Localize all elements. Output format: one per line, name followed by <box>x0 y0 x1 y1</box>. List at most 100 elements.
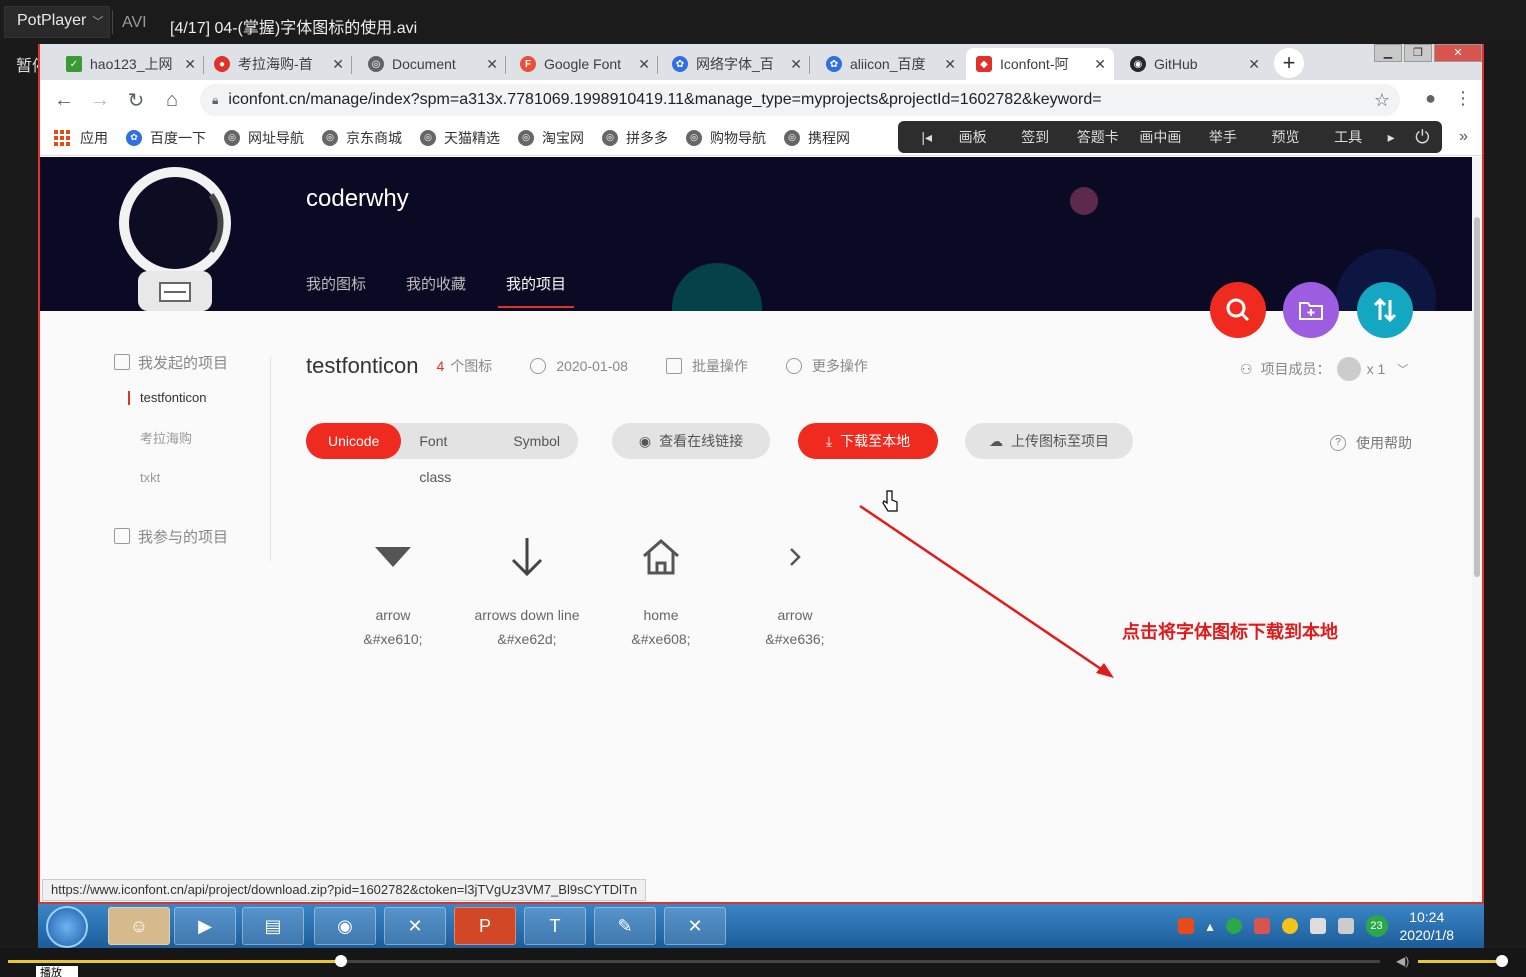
sidebar-item-testfonticon[interactable]: testfonticon <box>114 377 272 417</box>
tab-iconfont[interactable]: ◆ Iconfont-阿 ✕ <box>966 48 1114 80</box>
bookmark-shopping[interactable]: ◎ 购物导航 <box>686 128 766 148</box>
typora-icon[interactable]: T <box>524 907 586 945</box>
close-icon[interactable]: ✕ <box>638 56 650 73</box>
icon-card[interactable]: home &#xe608; <box>594 527 728 647</box>
file-explorer-icon[interactable]: ▤ <box>242 907 304 945</box>
action-center-flag-icon[interactable] <box>1253 918 1270 934</box>
nav-my-icons[interactable]: 我的图标 <box>306 273 366 294</box>
sidebar-item-txkt[interactable]: txkt <box>114 457 272 497</box>
minimize-button[interactable]: ▁ <box>1374 44 1402 62</box>
power-icon[interactable]: ⏻ <box>1403 127 1442 148</box>
more-operation-button[interactable]: 更多操作 <box>785 356 868 376</box>
help-link[interactable]: ? 使用帮助 <box>1330 433 1412 453</box>
network-icon[interactable] <box>1309 918 1326 934</box>
add-folder-button[interactable] <box>1283 282 1339 338</box>
tool-draw[interactable]: 画板 <box>941 127 1004 147</box>
nav-my-projects[interactable]: 我的项目 <box>498 273 575 308</box>
chrome-icon[interactable]: ◉ <box>314 907 376 945</box>
address-bar[interactable]: 🔒︎ iconfont.cn/manage/index?spm=a313x.77… <box>200 84 1400 116</box>
notepad-icon[interactable]: ✎ <box>594 907 656 945</box>
tool-raise-hand[interactable]: 举手 <box>1192 127 1255 147</box>
menu-icon[interactable]: ⋮ <box>1454 88 1472 109</box>
search-button[interactable] <box>1210 282 1266 338</box>
project-members[interactable]: ⚇ 项目成员： x 1 ﹀ <box>1240 357 1408 381</box>
tab-document[interactable]: ◎ Document ✕ <box>358 48 506 80</box>
username: coderwhy <box>306 185 409 212</box>
vertical-scrollbar[interactable] <box>1472 157 1482 902</box>
clock[interactable]: 10:24 2020/1/8 <box>1400 908 1455 944</box>
volume-slider[interactable] <box>1418 955 1508 967</box>
bookmark-pdd[interactable]: ◎ 拼多多 <box>602 128 668 148</box>
close-icon[interactable]: ✕ <box>1248 56 1260 73</box>
close-window-button[interactable]: ✕ <box>1434 44 1482 62</box>
close-icon[interactable]: ✕ <box>184 56 196 73</box>
tab-hao123[interactable]: ✓ hao123_上网 ✕ <box>56 48 204 80</box>
bookmark-taobao[interactable]: ◎ 淘宝网 <box>518 128 584 148</box>
tool-answer-card[interactable]: 答题卡 <box>1066 127 1129 147</box>
download-button[interactable]: ⤓ 下载至本地 <box>798 423 938 459</box>
close-icon[interactable]: ✕ <box>790 56 802 73</box>
close-icon[interactable]: ✕ <box>486 56 498 73</box>
tab-unicode[interactable]: Unicode <box>306 423 402 459</box>
tab-web-fonts[interactable]: ✿ 网络字体_百 ✕ <box>662 48 810 80</box>
home-icon[interactable]: ⌂ <box>154 89 190 112</box>
sort-button[interactable] <box>1357 282 1413 338</box>
sidebar-section-joined[interactable]: 我参与的项目 <box>114 521 272 551</box>
reload-icon[interactable]: ↻ <box>118 88 154 113</box>
sogou-input-icon[interactable] <box>1178 918 1195 934</box>
tab-kaola[interactable]: ● 考拉海购-首 ✕ <box>204 48 352 80</box>
seek-handle[interactable] <box>335 955 348 967</box>
powerpoint-icon[interactable]: P <box>454 907 516 945</box>
bookmark-tmall[interactable]: ◎ 天猫精选 <box>420 128 500 148</box>
new-tab-button[interactable]: + <box>1274 48 1304 78</box>
volume-muted-icon[interactable] <box>1337 918 1354 934</box>
tab-github[interactable]: ◉ GitHub ✕ <box>1120 48 1268 80</box>
vscode-icon[interactable]: ✕ <box>384 907 446 945</box>
tool-tools[interactable]: 工具 <box>1317 127 1380 147</box>
tray-expand-icon[interactable]: ▴ <box>1206 918 1213 935</box>
seek-bar[interactable] <box>8 955 1380 967</box>
start-button[interactable] <box>46 906 88 948</box>
icon-card[interactable]: arrow &#xe636; <box>728 527 862 647</box>
volume-icon[interactable]: ◀) <box>1396 954 1409 968</box>
bookmark-star-icon[interactable]: ☆ <box>1374 90 1390 111</box>
tool-preview[interactable]: 预览 <box>1254 127 1317 147</box>
volume-handle[interactable] <box>1496 955 1508 967</box>
batch-operation-button[interactable]: 批量操作 <box>665 356 748 376</box>
video-app-icon[interactable]: ▶ <box>174 907 236 945</box>
tray-status-icon[interactable] <box>1225 918 1242 934</box>
scrollbar-thumb[interactable] <box>1474 217 1480 577</box>
vscode-icon[interactable]: ✕ <box>664 907 726 945</box>
maximize-button[interactable]: ❐ <box>1404 44 1432 62</box>
icon-card[interactable]: arrow &#xe610; <box>326 527 460 647</box>
bookmark-baidu[interactable]: ✿ 百度一下 <box>126 128 206 148</box>
bookmark-jd[interactable]: ◎ 京东商城 <box>322 128 402 148</box>
tab-google-fonts[interactable]: F Google Font ✕ <box>510 48 658 80</box>
upload-icons-button[interactable]: ☁ 上传图标至项目 <box>965 423 1133 459</box>
profile-icon[interactable]: ● <box>1425 88 1436 109</box>
flag-icon[interactable]: ▸ <box>1379 129 1402 146</box>
tool-signin[interactable]: 签到 <box>1004 127 1067 147</box>
tool-pip[interactable]: 画中画 <box>1129 127 1192 147</box>
tab-font-class[interactable]: Font class <box>401 423 495 485</box>
tray-plus-icon[interactable] <box>1281 918 1298 934</box>
close-icon[interactable]: ✕ <box>332 56 344 73</box>
icon-card[interactable]: arrows down line &#xe62d; <box>460 527 594 647</box>
forward-icon[interactable]: → <box>82 89 118 112</box>
user-avatar-app-icon[interactable]: ☺ <box>108 907 170 945</box>
potplayer-menu-button[interactable]: PotPlayer ﹀ <box>4 6 110 38</box>
back-icon[interactable]: ← <box>46 89 82 112</box>
more-bookmarks-icon[interactable]: » <box>1459 128 1468 146</box>
close-icon[interactable]: ✕ <box>944 56 956 73</box>
drag-handle-icon[interactable]: |◂ <box>912 129 941 146</box>
tab-aliicon[interactable]: ✿ aliicon_百度 ✕ <box>816 48 964 80</box>
bookmark-apps[interactable]: 应用 <box>54 128 108 148</box>
close-icon[interactable]: ✕ <box>1094 56 1106 73</box>
bookmark-ctrip[interactable]: ◎ 携程网 <box>784 128 850 148</box>
view-online-link-button[interactable]: ◉ 查看在线链接 <box>612 423 770 459</box>
sidebar-item-kaola[interactable]: 考拉海购 <box>114 417 272 457</box>
notification-badge[interactable]: 23 <box>1365 915 1388 937</box>
nav-my-favorites[interactable]: 我的收藏 <box>406 273 466 294</box>
bookmark-nav[interactable]: ◎ 网址导航 <box>224 128 304 148</box>
tab-symbol[interactable]: Symbol <box>495 423 578 459</box>
